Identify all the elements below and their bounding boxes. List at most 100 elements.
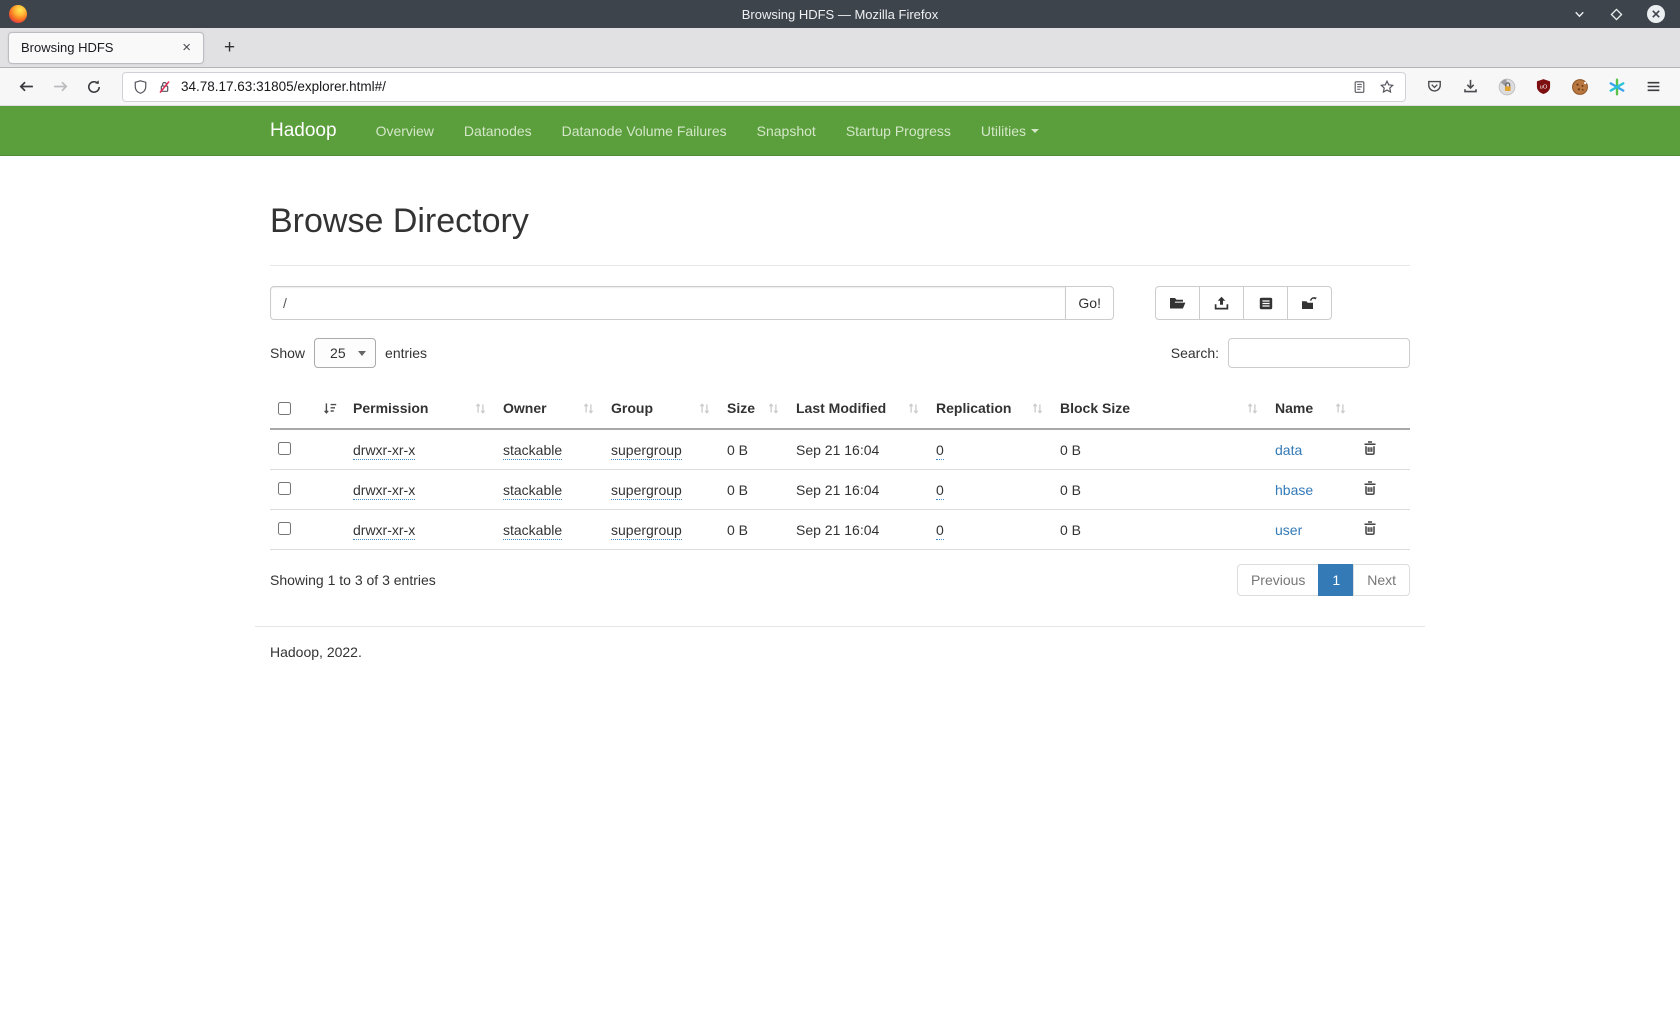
title-divider xyxy=(270,265,1410,266)
delete-button[interactable] xyxy=(1363,480,1377,496)
window-minimize-button[interactable] xyxy=(1572,7,1587,22)
header-last-modified[interactable]: Last Modified xyxy=(788,388,928,429)
tracking-shield-icon[interactable] xyxy=(133,79,148,95)
firefox-logo-icon xyxy=(9,5,27,23)
create-directory-button[interactable] xyxy=(1155,286,1200,320)
delete-button[interactable] xyxy=(1363,520,1377,536)
colorful-extension-icon[interactable] xyxy=(1608,78,1626,96)
window-maximize-button[interactable] xyxy=(1609,7,1624,22)
tab-close-icon[interactable]: × xyxy=(178,38,195,57)
go-button[interactable]: Go! xyxy=(1065,286,1114,320)
header-owner[interactable]: Owner xyxy=(495,388,603,429)
nav-item-datanodes[interactable]: Datanodes xyxy=(449,106,547,156)
nav-item-startup-progress[interactable]: Startup Progress xyxy=(831,106,966,156)
row-checkbox[interactable] xyxy=(278,482,291,495)
sort-icon xyxy=(474,402,487,415)
search-input[interactable] xyxy=(1228,338,1410,368)
replication-value[interactable]: 0 xyxy=(936,482,944,500)
group-value[interactable]: supergroup xyxy=(611,482,682,500)
nav-item-utilities-dropdown[interactable]: Utilities xyxy=(966,106,1054,156)
sort-icon xyxy=(698,402,711,415)
header-select-all[interactable] xyxy=(270,388,345,429)
paste-button[interactable] xyxy=(1287,286,1332,320)
pagination-next[interactable]: Next xyxy=(1353,564,1410,596)
upload-files-button[interactable] xyxy=(1199,286,1244,320)
path-input-group: Go! xyxy=(270,286,1114,320)
sort-icon xyxy=(582,402,595,415)
owner-value[interactable]: stackable xyxy=(503,482,562,500)
permission-value[interactable]: drwxr-xr-x xyxy=(353,442,415,460)
window-close-button[interactable] xyxy=(1646,4,1666,24)
new-tab-button[interactable]: + xyxy=(218,36,241,59)
page-title: Browse Directory xyxy=(270,202,1410,241)
table-header-row: Permission Owner xyxy=(270,388,1410,429)
sort-icon xyxy=(767,402,780,415)
bookmark-star-icon[interactable] xyxy=(1379,79,1395,95)
size-value: 0 B xyxy=(727,442,748,458)
header-replication[interactable]: Replication xyxy=(928,388,1052,429)
back-button[interactable] xyxy=(12,73,40,101)
window-title: Browsing HDFS — Mozilla Firefox xyxy=(0,7,1680,22)
select-all-checkbox[interactable] xyxy=(278,402,291,415)
header-permission[interactable]: Permission xyxy=(345,388,495,429)
permission-value[interactable]: drwxr-xr-x xyxy=(353,522,415,540)
directory-link[interactable]: data xyxy=(1275,442,1302,458)
cookie-extension-icon[interactable] xyxy=(1571,78,1589,96)
nav-item-overview[interactable]: Overview xyxy=(361,106,449,156)
trash-icon xyxy=(1363,440,1377,456)
reload-button[interactable] xyxy=(80,73,108,101)
directory-path-input[interactable] xyxy=(270,286,1066,320)
privacy-extension-icon[interactable] xyxy=(1498,78,1516,96)
replication-value[interactable]: 0 xyxy=(936,442,944,460)
pocket-icon[interactable] xyxy=(1426,78,1443,95)
entries-label: entries xyxy=(385,345,427,361)
downloads-icon[interactable] xyxy=(1462,78,1479,95)
replication-value[interactable]: 0 xyxy=(936,522,944,540)
row-checkbox[interactable] xyxy=(278,442,291,455)
select-caret-icon xyxy=(358,351,366,356)
page-length-control: Show 25 entries xyxy=(270,338,427,368)
menu-hamburger-icon[interactable] xyxy=(1645,78,1662,95)
screen: Browsing HDFS — Mozilla Firefox Browsing… xyxy=(0,0,1680,1012)
cut-button[interactable] xyxy=(1243,286,1288,320)
header-group[interactable]: Group xyxy=(603,388,719,429)
ublock-icon[interactable]: uO xyxy=(1535,78,1552,95)
reader-mode-icon[interactable] xyxy=(1352,79,1367,95)
directory-link[interactable]: user xyxy=(1275,522,1302,538)
block-size-value: 0 B xyxy=(1060,522,1081,538)
content-container: Browse Directory Go! xyxy=(255,202,1425,660)
directory-link[interactable]: hbase xyxy=(1275,482,1313,498)
search-label: Search: xyxy=(1171,345,1219,361)
permission-value[interactable]: drwxr-xr-x xyxy=(353,482,415,500)
sort-icon xyxy=(907,402,920,415)
page-viewport: Hadoop Overview Datanodes Datanode Volum… xyxy=(0,106,1680,1012)
tab-title: Browsing HDFS xyxy=(21,40,178,55)
owner-value[interactable]: stackable xyxy=(503,442,562,460)
navbar-brand-hadoop[interactable]: Hadoop xyxy=(270,120,361,142)
header-size[interactable]: Size xyxy=(719,388,788,429)
table-row: drwxr-xr-x stackable supergroup 0 B Sep … xyxy=(270,510,1410,550)
owner-value[interactable]: stackable xyxy=(503,522,562,540)
nav-item-snapshot[interactable]: Snapshot xyxy=(742,106,831,156)
last-modified-value: Sep 21 16:04 xyxy=(796,482,879,498)
pagination-page-1[interactable]: 1 xyxy=(1318,564,1354,596)
group-value[interactable]: supergroup xyxy=(611,442,682,460)
row-checkbox[interactable] xyxy=(278,522,291,535)
forward-button[interactable] xyxy=(46,73,74,101)
header-name[interactable]: Name xyxy=(1267,388,1355,429)
table-row: drwxr-xr-x stackable supergroup 0 B Sep … xyxy=(270,470,1410,510)
nav-item-datanode-volume-failures[interactable]: Datanode Volume Failures xyxy=(547,106,742,156)
header-block-size[interactable]: Block Size xyxy=(1052,388,1267,429)
url-bar[interactable]: 34.78.17.63:31805/explorer.html#/ xyxy=(122,72,1406,102)
url-text: 34.78.17.63:31805/explorer.html#/ xyxy=(181,79,1343,94)
delete-button[interactable] xyxy=(1363,440,1377,456)
folder-open-icon xyxy=(1169,296,1186,310)
browser-tab[interactable]: Browsing HDFS × xyxy=(8,32,204,64)
pagination-previous[interactable]: Previous xyxy=(1237,564,1319,596)
page-size-select[interactable]: 25 xyxy=(314,338,376,368)
last-modified-value: Sep 21 16:04 xyxy=(796,522,879,538)
table-search-control: Search: xyxy=(1171,338,1410,368)
group-value[interactable]: supergroup xyxy=(611,522,682,540)
table-row: drwxr-xr-x stackable supergroup 0 B Sep … xyxy=(270,429,1410,470)
insecure-lock-icon[interactable] xyxy=(157,79,172,95)
